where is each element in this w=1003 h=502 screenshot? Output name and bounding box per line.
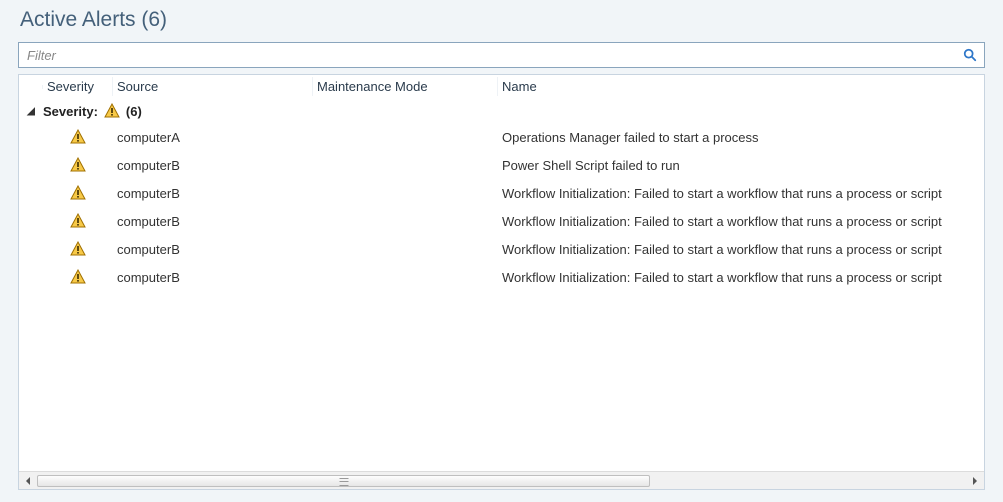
cell-severity	[43, 241, 113, 257]
cell-name: Workflow Initialization: Failed to start…	[498, 270, 984, 285]
table-row[interactable]: computerB Power Shell Script failed to r…	[19, 151, 984, 179]
cell-severity	[43, 213, 113, 229]
cell-severity	[43, 269, 113, 285]
scroll-left-button[interactable]	[21, 474, 37, 488]
grid-header: Severity Source Maintenance Mode Name	[19, 75, 984, 99]
cell-name: Workflow Initialization: Failed to start…	[498, 214, 984, 229]
cell-source: computerB	[113, 158, 313, 173]
cell-severity	[43, 129, 113, 145]
chevron-left-icon	[25, 477, 33, 485]
cell-source: computerB	[113, 270, 313, 285]
warning-icon	[104, 103, 120, 119]
col-header-name[interactable]: Name	[498, 77, 984, 96]
table-row[interactable]: computerB Workflow Initialization: Faile…	[19, 263, 984, 291]
cell-source: computerB	[113, 186, 313, 201]
col-header-source[interactable]: Source	[113, 77, 313, 96]
chevron-right-icon	[970, 477, 978, 485]
warning-icon	[70, 129, 86, 145]
filter-bar	[18, 42, 985, 68]
search-button[interactable]	[960, 45, 980, 65]
group-count: (6)	[126, 104, 142, 119]
cell-name: Workflow Initialization: Failed to start…	[498, 186, 984, 201]
warning-icon	[70, 269, 86, 285]
scroll-track[interactable]	[37, 474, 966, 488]
table-row[interactable]: computerA Operations Manager failed to s…	[19, 123, 984, 151]
col-header-toggle	[19, 85, 43, 89]
table-row[interactable]: computerB Workflow Initialization: Faile…	[19, 235, 984, 263]
cell-name: Power Shell Script failed to run	[498, 158, 984, 173]
filter-input[interactable]	[25, 47, 960, 64]
caret-down-icon[interactable]: ◢	[19, 106, 43, 117]
warning-icon	[70, 213, 86, 229]
grid-body: ◢ Severity: (6) computerA Op	[19, 99, 984, 471]
cell-source: computerB	[113, 214, 313, 229]
cell-source: computerB	[113, 242, 313, 257]
cell-name: Workflow Initialization: Failed to start…	[498, 242, 984, 257]
table-row[interactable]: computerB Workflow Initialization: Faile…	[19, 179, 984, 207]
alerts-grid: Severity Source Maintenance Mode Name ◢ …	[18, 74, 985, 490]
cell-name: Operations Manager failed to start a pro…	[498, 130, 984, 145]
warning-icon	[70, 185, 86, 201]
warning-icon	[70, 241, 86, 257]
search-icon	[963, 48, 977, 62]
group-row-severity[interactable]: ◢ Severity: (6)	[19, 99, 984, 123]
scroll-thumb[interactable]	[37, 475, 650, 487]
app-root: Active Alerts (6) Severity Source Mainte…	[0, 0, 1003, 502]
table-row[interactable]: computerB Workflow Initialization: Faile…	[19, 207, 984, 235]
scroll-right-button[interactable]	[966, 474, 982, 488]
cell-severity	[43, 157, 113, 173]
cell-severity	[43, 185, 113, 201]
page-title: Active Alerts (6)	[20, 8, 985, 32]
col-header-severity[interactable]: Severity	[43, 77, 113, 96]
alerts-panel: Severity Source Maintenance Mode Name ◢ …	[18, 42, 985, 490]
cell-source: computerA	[113, 130, 313, 145]
col-header-maintenance-mode[interactable]: Maintenance Mode	[313, 77, 498, 96]
group-label: Severity:	[43, 104, 98, 119]
warning-icon	[70, 157, 86, 173]
horizontal-scrollbar[interactable]	[19, 471, 984, 489]
